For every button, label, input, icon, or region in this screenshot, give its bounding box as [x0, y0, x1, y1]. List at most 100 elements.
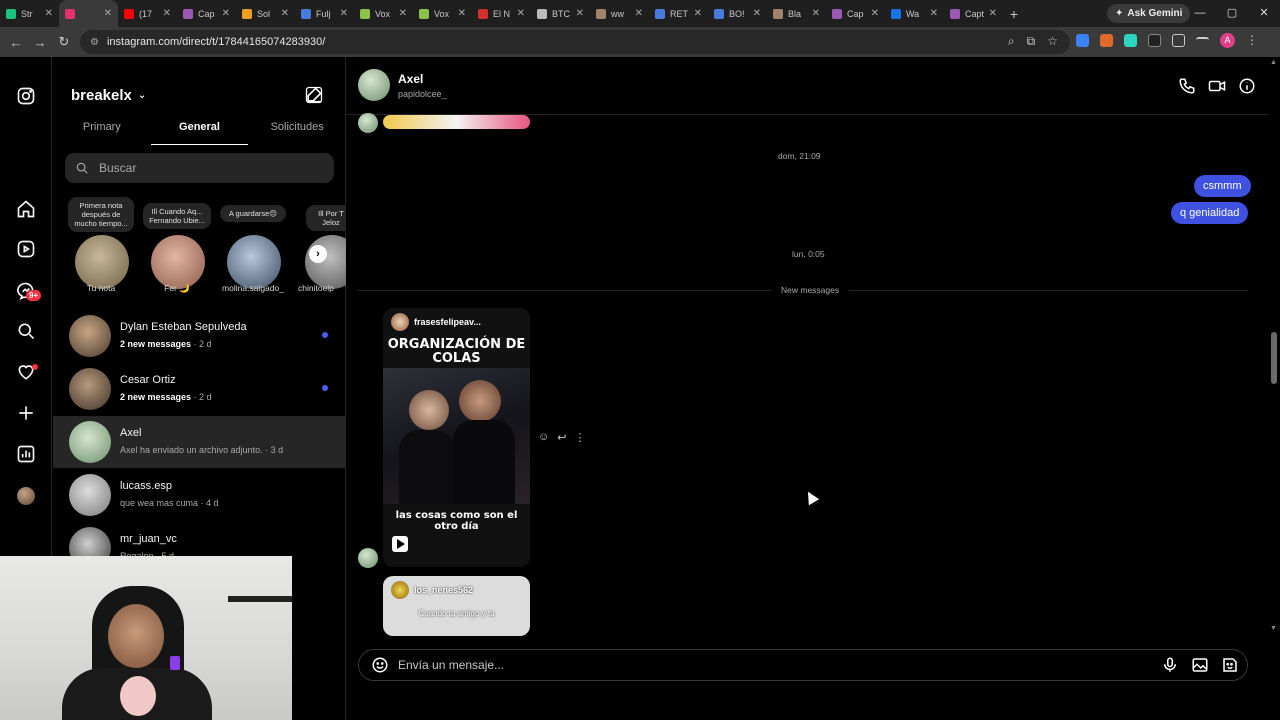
browser-tab[interactable]: Vox ✕	[354, 0, 413, 27]
thread-row[interactable]: Dylan Esteban Sepulveda 2 new messages ·…	[53, 310, 346, 362]
bookmark-star-icon[interactable]: ☆	[1047, 34, 1058, 49]
close-tab-icon[interactable]: ✕	[989, 8, 997, 19]
reply-icon[interactable]: ↩	[557, 431, 566, 444]
close-tab-icon[interactable]: ✕	[222, 8, 230, 19]
close-tab-icon[interactable]: ✕	[812, 8, 820, 19]
shared-reel[interactable]: los_nenes562 Cuando tu amigo y tu	[383, 576, 530, 636]
close-tab-icon[interactable]: ✕	[576, 8, 584, 19]
close-tab-icon[interactable]: ✕	[694, 8, 702, 19]
image-icon[interactable]	[1191, 656, 1209, 674]
chat-header: Axel papidolcee_	[346, 57, 1268, 115]
browser-tab[interactable]: Bla ✕	[767, 0, 826, 27]
sent-message[interactable]: q genialidad	[1171, 202, 1249, 224]
back-icon[interactable]: ←	[4, 35, 28, 50]
reading-list-icon[interactable]	[1196, 36, 1209, 45]
profile-avatar[interactable]: A	[1220, 33, 1235, 48]
message-input[interactable]	[398, 658, 1158, 672]
reels-icon[interactable]	[16, 239, 38, 261]
install-app-icon[interactable]: ⧉	[1027, 34, 1036, 49]
forward-icon[interactable]: →	[28, 35, 52, 50]
close-window-button[interactable]: ✕	[1248, 0, 1280, 27]
chat-panel: Axel papidolcee_ dom, 21:09 csmmm q geni…	[346, 57, 1268, 720]
reload-icon[interactable]: ↻	[52, 34, 76, 50]
home-icon[interactable]	[16, 199, 38, 221]
close-tab-icon[interactable]: ✕	[399, 8, 407, 19]
browser-tab[interactable]: El N ✕	[472, 0, 531, 27]
browser-tab[interactable]: ww ✕	[590, 0, 649, 27]
browser-tab[interactable]: Cap ✕	[826, 0, 885, 27]
close-tab-icon[interactable]: ✕	[45, 8, 53, 19]
play-icon[interactable]	[392, 536, 408, 552]
thread-row-selected[interactable]: Axel Axel ha enviado un archivo adjunto.…	[53, 416, 346, 468]
chat-scrollbar[interactable]: ▲ ▼	[1268, 57, 1280, 720]
site-info-icon[interactable]: ⚙	[90, 37, 99, 48]
maximize-button[interactable]: ▢	[1216, 0, 1248, 27]
phone-icon[interactable]	[1178, 77, 1196, 95]
note-avatar	[305, 235, 346, 289]
profile-avatar[interactable]	[17, 487, 35, 505]
ask-gemini-button[interactable]: ✦ Ask Gemini	[1107, 4, 1191, 23]
shared-reel[interactable]: frasesfelipeav... ORGANIZACIÓN DE COLAS …	[383, 308, 530, 567]
browser-tab[interactable]: Captura ✕	[944, 0, 1003, 27]
extension-icon[interactable]	[1148, 34, 1161, 47]
close-tab-icon[interactable]: ✕	[753, 8, 761, 19]
browser-tab[interactable]: Fulj ✕	[295, 0, 354, 27]
chat-avatar[interactable]	[358, 69, 390, 101]
browser-tab[interactable]: ✕	[59, 0, 118, 27]
tab-requests[interactable]: Solicitudes	[248, 121, 346, 145]
info-icon[interactable]	[1238, 77, 1256, 95]
close-tab-icon[interactable]: ✕	[281, 8, 289, 19]
create-plus-icon[interactable]	[16, 403, 38, 425]
thread-row[interactable]: Cesar Ortiz 2 new messages · 2 d	[53, 363, 346, 415]
search-icon[interactable]	[16, 321, 38, 343]
tab-title: RET	[670, 8, 688, 19]
sticker-icon[interactable]	[1221, 656, 1239, 674]
browser-tab[interactable]: Sol ✕	[236, 0, 295, 27]
more-options-icon[interactable]: ⋮	[574, 431, 585, 444]
close-tab-icon[interactable]: ✕	[635, 8, 643, 19]
chat-contact-name[interactable]: Axel	[398, 72, 423, 86]
close-tab-icon[interactable]: ✕	[517, 8, 525, 19]
browser-tab[interactable]: BO! ✕	[708, 0, 767, 27]
compose-icon[interactable]	[304, 85, 324, 105]
extension-icon[interactable]	[1076, 34, 1089, 47]
scrollbar-thumb[interactable]	[1271, 332, 1277, 384]
microphone-icon[interactable]	[1161, 656, 1179, 674]
browser-tab[interactable]: BTC ✕	[531, 0, 590, 27]
browser-tab[interactable]: (17 ✕	[118, 0, 177, 27]
browser-tab[interactable]: Vox ✕	[413, 0, 472, 27]
url-bar[interactable]: ⚙ instagram.com/direct/t/178441650742839…	[80, 30, 1070, 54]
scroll-down-icon[interactable]: ▼	[1270, 625, 1277, 632]
instagram-logo-icon[interactable]	[16, 86, 38, 108]
account-switcher[interactable]: breakelx ⌄	[71, 87, 146, 104]
tab-primary[interactable]: Primary	[53, 121, 151, 145]
new-tab-button[interactable]: +	[1003, 6, 1025, 22]
shared-reel-partial[interactable]	[383, 115, 530, 129]
browser-tab[interactable]: Cap ✕	[177, 0, 236, 27]
dashboard-icon[interactable]	[16, 444, 38, 466]
more-menu-icon[interactable]: ⋮	[1246, 34, 1259, 47]
video-call-icon[interactable]	[1208, 77, 1226, 95]
search-input[interactable]	[99, 161, 299, 175]
zoom-icon[interactable]: ⌕	[1008, 34, 1015, 49]
close-tab-icon[interactable]: ✕	[458, 8, 466, 19]
extension-icon[interactable]	[1124, 34, 1137, 47]
browser-tab[interactable]: Str ✕	[0, 0, 59, 27]
browser-tab[interactable]: Wa ✕	[885, 0, 944, 27]
tab-general[interactable]: General	[150, 121, 249, 145]
close-tab-icon[interactable]: ✕	[104, 8, 112, 19]
extension-icon[interactable]	[1100, 34, 1113, 47]
puzzle-icon[interactable]	[1172, 34, 1185, 47]
browser-tab[interactable]: RET ✕	[649, 0, 708, 27]
scroll-up-icon[interactable]: ▲	[1270, 59, 1277, 66]
chevron-right-icon[interactable]: ›	[309, 245, 327, 263]
emoji-icon[interactable]	[371, 656, 389, 674]
close-tab-icon[interactable]: ✕	[871, 8, 879, 19]
emoji-react-icon[interactable]: ☺	[538, 431, 549, 444]
sent-message[interactable]: csmmm	[1194, 175, 1251, 197]
close-tab-icon[interactable]: ✕	[163, 8, 171, 19]
minimize-button[interactable]: —	[1184, 0, 1216, 27]
thread-row[interactable]: lucass.esp que wea mas cuma · 4 d	[53, 469, 346, 521]
close-tab-icon[interactable]: ✕	[340, 8, 348, 19]
close-tab-icon[interactable]: ✕	[930, 8, 938, 19]
